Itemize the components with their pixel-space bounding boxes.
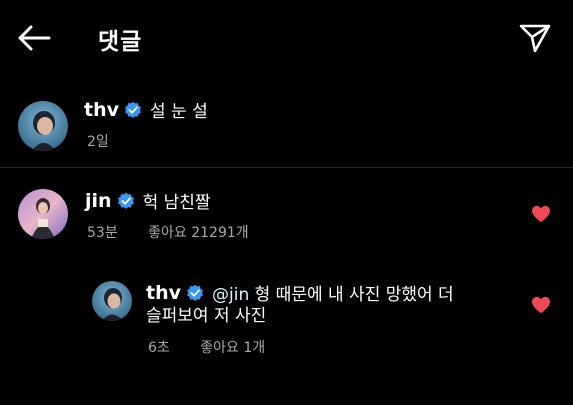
- timestamp: 2일: [87, 134, 109, 150]
- timestamp: 53분: [87, 225, 118, 241]
- heart-icon[interactable]: [531, 296, 551, 314]
- mention-link[interactable]: @jin: [212, 285, 249, 305]
- comment-meta: 53분 좋아요 21291개: [87, 222, 275, 242]
- top-bar: 댓글: [0, 0, 573, 76]
- comment-line: jin 헉 남친짤: [85, 188, 211, 214]
- avatar[interactable]: [18, 189, 68, 239]
- comment-text: 헉 남친짤: [142, 193, 211, 213]
- verified-badge-icon: [117, 192, 134, 209]
- username[interactable]: thv: [146, 282, 181, 304]
- timestamp: 6초: [148, 340, 170, 356]
- username[interactable]: thv: [84, 99, 119, 121]
- verified-badge-icon: [125, 101, 141, 118]
- like-count[interactable]: 좋아요 1개: [200, 340, 265, 356]
- reply-header: thv @jin 형 때문에 내 사진 망했어 더: [146, 280, 454, 306]
- share-button[interactable]: [515, 18, 555, 58]
- reply-text-line1: 형 때문에 내 사진 망했어 더: [254, 285, 454, 305]
- heart-icon[interactable]: [531, 205, 551, 223]
- reply-meta: 6초 좋아요 1개: [148, 337, 291, 357]
- verified-badge-icon: [187, 284, 203, 301]
- caption-line: thv 설 눈 설: [84, 97, 208, 123]
- reply-first-line: @jin 형 때문에 내 사진 망했어 더: [212, 280, 454, 305]
- divider: [0, 167, 573, 168]
- username[interactable]: jin: [85, 190, 112, 212]
- like-count[interactable]: 좋아요 21291개: [148, 225, 249, 241]
- avatar[interactable]: [18, 101, 68, 151]
- avatar[interactable]: [92, 281, 132, 321]
- arrow-left-icon: [18, 25, 51, 51]
- caption-text: 설 눈 설: [150, 102, 208, 122]
- reply-text-line2: 슬퍼보여 저 사진: [146, 306, 267, 326]
- caption-meta: 2일: [87, 131, 135, 151]
- send-icon: [519, 24, 551, 53]
- back-button[interactable]: [14, 18, 54, 58]
- page-title: 댓글: [98, 29, 143, 55]
